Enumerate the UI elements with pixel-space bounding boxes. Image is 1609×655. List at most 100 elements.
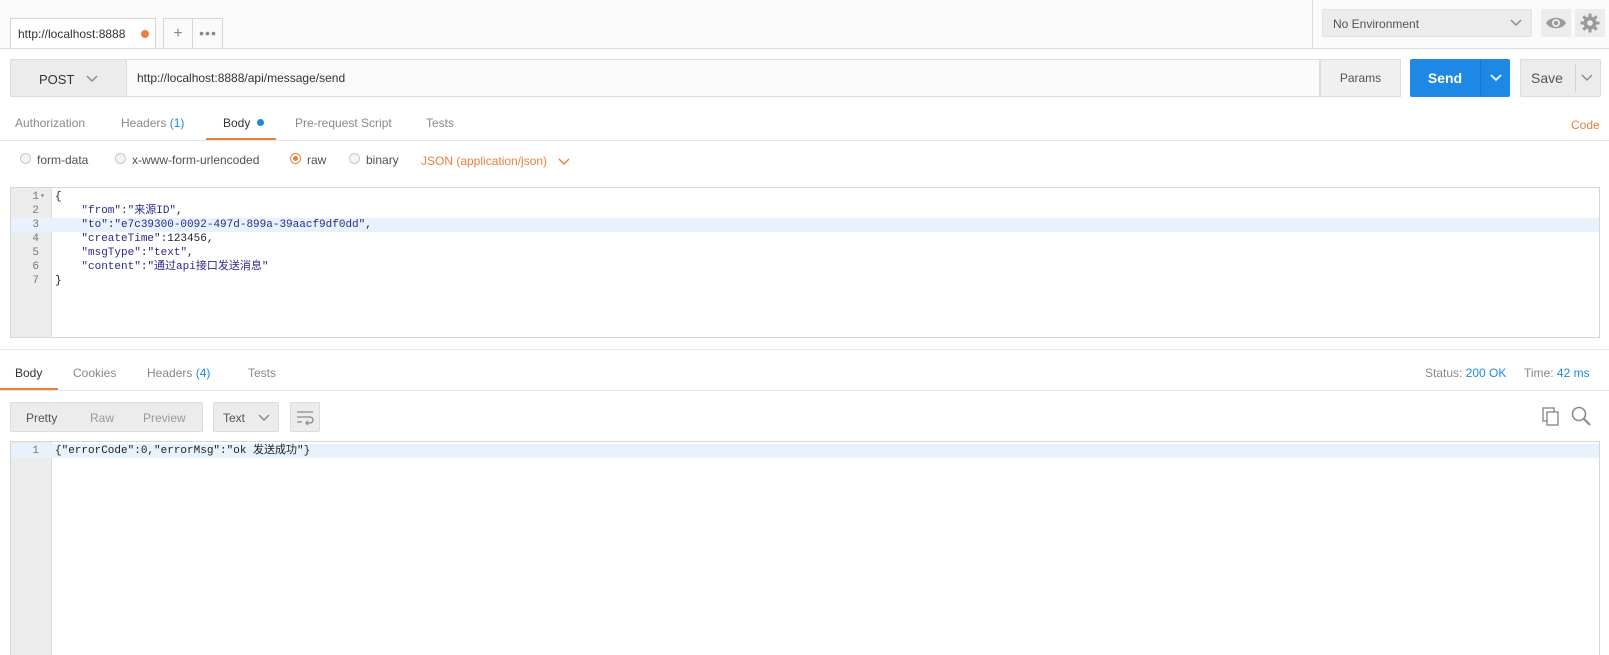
response-tab-body[interactable]: Body <box>15 366 42 380</box>
request-tab[interactable]: http://localhost:8888 <box>10 18 156 48</box>
fold-toggle-icon[interactable]: ▾ <box>40 190 50 204</box>
wrap-lines-icon <box>297 411 314 425</box>
params-button[interactable]: Params <box>1320 59 1401 97</box>
tab-authorization[interactable]: Authorization <box>15 116 85 130</box>
code-text: "createTime":123456, <box>55 232 213 246</box>
method-select[interactable]: POST <box>10 59 127 97</box>
environment-label: No Environment <box>1333 17 1420 31</box>
response-body-viewer[interactable]: 1 {"errorCode":0,"errorMsg":"ok 发送成功"} <box>10 441 1600 655</box>
url-input[interactable] <box>127 59 1320 97</box>
chevron-down-icon <box>86 75 98 82</box>
urlencoded-label: x-www-form-urlencoded <box>132 153 260 167</box>
unsaved-dot-icon <box>141 30 149 38</box>
method-label: POST <box>39 72 75 87</box>
code-token: , <box>187 247 194 259</box>
eye-icon <box>1546 17 1566 29</box>
code-token: , <box>176 205 183 217</box>
search-icon[interactable] <box>1570 405 1592 427</box>
code-token: : <box>121 205 128 217</box>
copy-icon[interactable] <box>1540 405 1562 427</box>
code-token: "msgType" <box>81 247 141 259</box>
tab-headers[interactable]: Headers (1) <box>121 116 184 130</box>
view-mode-group: Pretty Raw Preview <box>10 402 203 432</box>
code-line: 1 ▾ { <box>11 190 1599 204</box>
send-button[interactable]: Send <box>1410 59 1510 97</box>
code-text: } <box>55 274 62 288</box>
code-token: "text" <box>147 247 188 259</box>
code-line: 1 {"errorCode":0,"errorMsg":"ok 发送成功"} <box>11 444 1599 458</box>
divider <box>0 390 1609 391</box>
code-line: 2 "from":"来源ID", <box>11 204 1599 218</box>
response-tab-tests[interactable]: Tests <box>248 366 276 380</box>
status-label: Status: <box>1425 366 1463 380</box>
code-line: 5 "msgType":"text", <box>11 246 1599 260</box>
request-body-editor[interactable]: 1 ▾{2 "from":"来源ID", 3 "to":"e7c39300-0092… <box>10 187 1600 338</box>
line-number: 1 <box>32 445 39 457</box>
tab-bar: http://localhost:8888 + ••• No Environme… <box>0 0 1609 49</box>
code-line: 7} <box>11 274 1599 288</box>
code-text: "from":"来源ID", <box>55 204 183 218</box>
response-text: {"errorCode":0,"errorMsg":"ok 发送成功"} <box>55 445 311 457</box>
code-text: { <box>55 190 62 204</box>
line-number: 5 <box>32 247 39 259</box>
environment-select[interactable]: No Environment <box>1322 9 1532 37</box>
line-number-gutter <box>11 442 52 655</box>
code-token: , <box>365 219 372 231</box>
format-select[interactable]: Text <box>213 402 279 432</box>
divider <box>0 349 1609 350</box>
new-tab-button[interactable]: + <box>164 19 193 48</box>
radio-binary[interactable] <box>349 153 360 164</box>
time-value: 42 ms <box>1556 366 1590 380</box>
modified-dot-icon <box>256 119 264 126</box>
divider <box>1312 0 1313 48</box>
send-label: Send <box>1427 70 1463 86</box>
code-token: "content" <box>81 261 141 273</box>
status-value: 200 OK <box>1465 366 1507 380</box>
view-raw-button[interactable]: Raw <box>90 411 114 425</box>
code-token: "e7c39300-0092-497d-899a-39aacf9df0dd" <box>114 219 366 231</box>
line-number: 6 <box>32 261 39 273</box>
code-line: 3 "to":"e7c39300-0092-497d-899a-39aacf9d… <box>11 218 1599 232</box>
save-button[interactable]: Save <box>1520 59 1601 97</box>
response-tab-cookies[interactable]: Cookies <box>73 366 116 380</box>
radio-urlencoded[interactable] <box>115 153 126 164</box>
code-text: "msgType":"text", <box>55 246 194 260</box>
tab-headers-label: Headers <box>121 116 167 130</box>
wrap-lines-button[interactable] <box>290 402 320 432</box>
view-pretty-button[interactable]: Pretty <box>26 411 57 425</box>
chevron-down-icon <box>1510 19 1522 26</box>
code-link[interactable]: Code <box>1571 118 1600 132</box>
gear-icon <box>1580 13 1600 33</box>
environment-quick-look-button[interactable] <box>1541 9 1571 37</box>
line-number: 2 <box>32 205 39 217</box>
code-line: 6 "content":"通过api接口发送消息" <box>11 260 1599 274</box>
code-token: { <box>55 191 62 203</box>
line-number: 4 <box>32 233 39 245</box>
settings-button[interactable] <box>1575 9 1605 37</box>
response-status: Status: 200 OK <box>1425 366 1506 380</box>
divider <box>1575 64 1576 92</box>
content-type-select[interactable]: JSON (application/json) <box>421 154 547 168</box>
chevron-down-icon[interactable] <box>1489 71 1503 85</box>
chevron-down-icon[interactable] <box>557 155 571 169</box>
radio-form-data[interactable] <box>20 153 31 164</box>
view-preview-button[interactable]: Preview <box>143 411 186 425</box>
time-label: Time: <box>1524 366 1554 380</box>
code-text: "to":"e7c39300-0092-497d-899a-39aacf9df0… <box>55 218 372 232</box>
more-tabs-button[interactable]: ••• <box>193 19 223 48</box>
chevron-down-icon[interactable] <box>1580 71 1594 85</box>
binary-label: binary <box>366 153 399 167</box>
tab-tests[interactable]: Tests <box>426 116 454 130</box>
radio-raw[interactable] <box>290 153 301 164</box>
code-token: , <box>206 233 214 245</box>
tab-pre-request-script[interactable]: Pre-request Script <box>295 116 392 130</box>
response-headers-count: (4) <box>195 366 211 380</box>
response-time: Time: 42 ms <box>1524 366 1590 380</box>
tab-body[interactable]: Body <box>223 116 264 130</box>
line-number: 3 <box>32 219 39 231</box>
request-tab-label: http://localhost:8888 <box>18 27 126 41</box>
response-tab-headers[interactable]: Headers (4) <box>147 366 210 380</box>
